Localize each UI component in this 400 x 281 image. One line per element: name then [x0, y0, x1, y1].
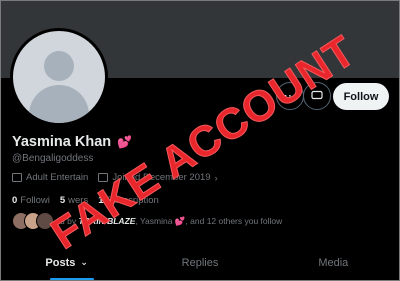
chevron-down-icon: ⌄ — [80, 257, 88, 267]
more-button[interactable]: ⋯ — [276, 82, 304, 110]
join-date[interactable]: Joined December 2019 › — [98, 172, 218, 183]
tab-media-label: Media — [318, 256, 349, 269]
tab-replies[interactable]: Replies — [133, 244, 266, 281]
message-button[interactable] — [303, 82, 331, 110]
more-icon: ⋯ — [283, 88, 297, 103]
tab-posts-label: Posts — [45, 256, 76, 269]
following-link[interactable]: 0 Followi — [12, 195, 50, 206]
profile-category: Adult Entertain — [26, 172, 89, 183]
follower-avatar — [36, 212, 54, 230]
followed-by-prefix: d by — [60, 215, 77, 226]
following-label: Followi — [20, 195, 50, 206]
subscriptions-link[interactable]: 1 Subscription — [98, 195, 159, 206]
default-avatar-body — [29, 85, 89, 123]
tab-posts[interactable]: Posts ⌄ — [0, 244, 133, 281]
subscriptions-count: 1 — [98, 195, 104, 206]
followed-by-name: TORIN BLAZE — [78, 215, 136, 226]
avatar[interactable] — [10, 28, 108, 126]
followers-label: wers — [68, 195, 89, 206]
calendar-icon — [98, 173, 109, 182]
default-avatar-head — [44, 51, 74, 81]
follow-button[interactable]: Follow — [333, 83, 389, 110]
join-date-text: Joined December 2019 — [112, 172, 211, 183]
profile-tabs: Posts ⌄ Replies Media — [0, 244, 400, 281]
profile-handle: @Bengaligoddess — [12, 153, 94, 164]
followed-by-mid: , Yasmina — [135, 215, 173, 226]
followed-by-emoji: 💕 — [174, 215, 186, 226]
followed-by[interactable]: d by TORIN BLAZE, Yasmina 💕, and 12 othe… — [12, 212, 282, 230]
followers-count: 5 — [59, 195, 66, 206]
message-icon — [311, 89, 323, 104]
profile-meta: Adult Entertain Joined December 2019 › — [12, 172, 218, 183]
chevron-right-icon: › — [214, 172, 218, 183]
name-emoji: 💕 — [117, 135, 133, 149]
followers-link[interactable]: 5 wers — [60, 195, 88, 206]
tab-media[interactable]: Media — [267, 244, 400, 281]
briefcase-icon — [12, 173, 22, 182]
profile-name: Yasmina Khan 💕 — [12, 134, 132, 150]
profile-stats: 0 Followi 5 wers 1 Subscription — [12, 195, 159, 206]
tab-replies-label: Replies — [181, 256, 219, 269]
followed-by-suffix: , and 12 others you follow — [185, 215, 283, 226]
display-name: Yasmina Khan — [12, 134, 112, 150]
following-count: 0 — [12, 195, 18, 206]
followed-by-text: d by TORIN BLAZE, Yasmina 💕, and 12 othe… — [60, 216, 282, 227]
subscriptions-label: Subscription — [106, 195, 159, 206]
